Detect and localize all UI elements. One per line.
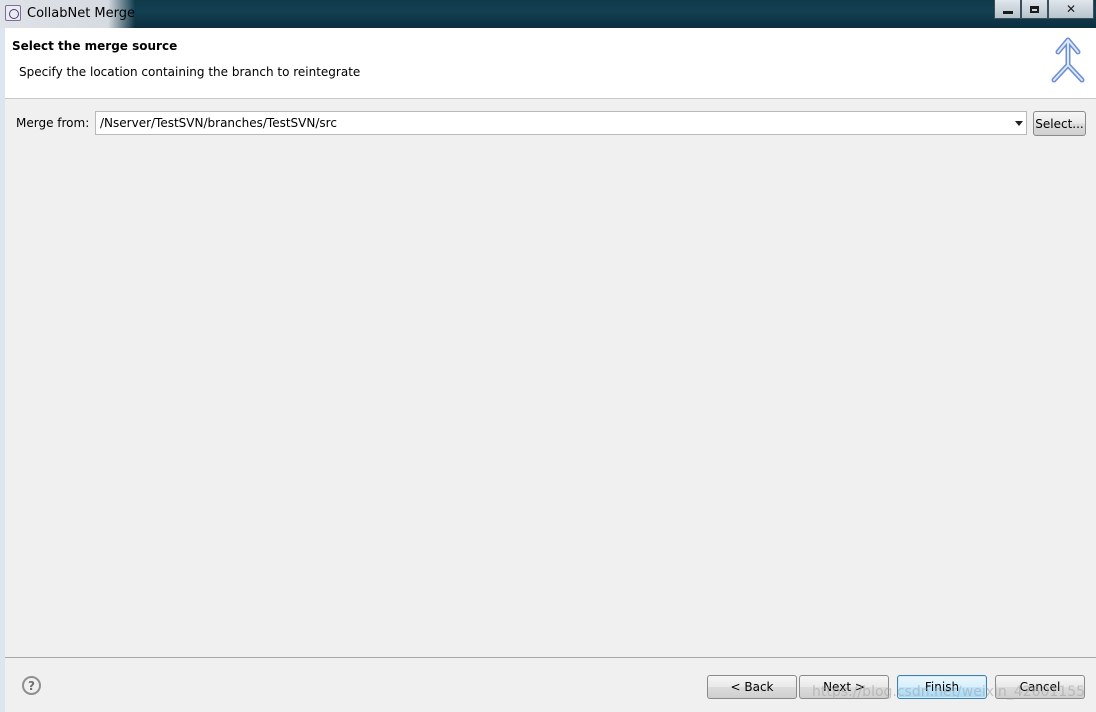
close-button[interactable]: ✕ — [1048, 0, 1094, 19]
maximize-button[interactable] — [1021, 0, 1048, 19]
back-button[interactable]: < Back — [707, 675, 797, 699]
maximize-icon — [1030, 5, 1039, 13]
window-left-border — [0, 28, 5, 712]
watermark-text: https://blog.csdn.net/weixin_42601155 — [812, 684, 1086, 700]
collabnet-app-icon[interactable] — [5, 5, 21, 21]
merge-from-value[interactable]: /Nserver/TestSVN/branches/TestSVN/src — [100, 116, 337, 130]
help-icon[interactable]: ? — [22, 676, 41, 695]
footer-separator — [5, 657, 1096, 658]
page-description: Specify the location containing the bran… — [19, 65, 361, 79]
wizard-header: Select the merge source Specify the loca… — [5, 28, 1096, 99]
merge-from-combobox[interactable]: /Nserver/TestSVN/branches/TestSVN/src — [95, 111, 1027, 135]
page-title: Select the merge source — [12, 39, 178, 53]
window-title: CollabNet Merge — [27, 6, 136, 21]
close-icon: ✕ — [1065, 2, 1077, 16]
select-button[interactable]: Select... — [1033, 111, 1086, 136]
window-controls: ✕ — [994, 0, 1094, 20]
window-title-bar[interactable]: CollabNet Merge ✕ — [0, 0, 1096, 28]
minimize-icon — [1002, 10, 1013, 14]
merge-from-label: Merge from: — [16, 116, 90, 130]
merge-arrows-icon — [1051, 37, 1085, 83]
dropdown-arrow-icon[interactable] — [1015, 121, 1023, 126]
minimize-button[interactable] — [994, 0, 1021, 19]
